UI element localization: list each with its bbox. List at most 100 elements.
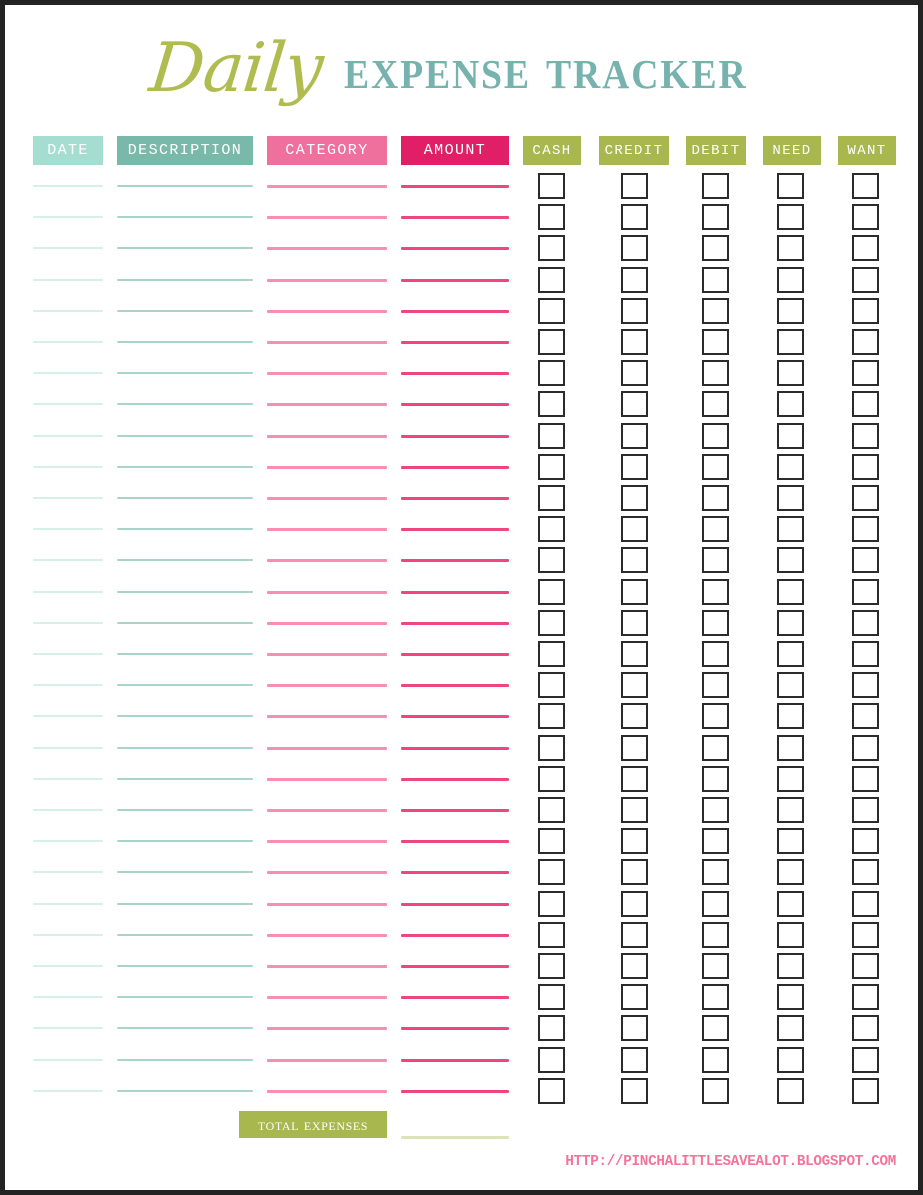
checkbox-need[interactable] [777,329,804,355]
entry-line-category[interactable] [267,559,387,562]
entry-line-description[interactable] [117,559,253,561]
entry-line-amount[interactable] [401,747,509,750]
entry-line-description[interactable] [117,1090,253,1092]
checkbox-need[interactable] [777,735,804,761]
entry-line-date[interactable] [33,341,103,343]
checkbox-credit[interactable] [621,984,648,1010]
checkbox-need[interactable] [777,204,804,230]
checkbox-credit[interactable] [621,610,648,636]
entry-line-category[interactable] [267,653,387,656]
entry-line-category[interactable] [267,403,387,406]
entry-line-date[interactable] [33,372,103,374]
entry-line-date[interactable] [33,684,103,686]
checkbox-cash[interactable] [538,298,565,324]
entry-line-amount[interactable] [401,466,509,469]
checkbox-cash[interactable] [538,547,565,573]
entry-line-date[interactable] [33,1090,103,1092]
entry-line-amount[interactable] [401,965,509,968]
entry-line-amount[interactable] [401,216,509,219]
checkbox-want[interactable] [852,298,879,324]
entry-line-amount[interactable] [401,247,509,250]
checkbox-credit[interactable] [621,485,648,511]
checkbox-credit[interactable] [621,267,648,293]
entry-line-description[interactable] [117,715,253,717]
checkbox-want[interactable] [852,1015,879,1041]
checkbox-debit[interactable] [702,891,729,917]
entry-line-date[interactable] [33,840,103,842]
entry-line-description[interactable] [117,1059,253,1061]
checkbox-want[interactable] [852,1078,879,1104]
entry-line-description[interactable] [117,403,253,405]
checkbox-credit[interactable] [621,1047,648,1073]
entry-line-category[interactable] [267,622,387,625]
entry-line-date[interactable] [33,1059,103,1061]
checkbox-cash[interactable] [538,1078,565,1104]
entry-line-date[interactable] [33,871,103,873]
checkbox-want[interactable] [852,735,879,761]
entry-line-date[interactable] [33,185,103,187]
checkbox-want[interactable] [852,173,879,199]
checkbox-credit[interactable] [621,579,648,605]
entry-line-category[interactable] [267,372,387,375]
checkbox-cash[interactable] [538,1015,565,1041]
entry-line-description[interactable] [117,965,253,967]
checkbox-cash[interactable] [538,797,565,823]
entry-line-description[interactable] [117,1027,253,1029]
checkbox-cash[interactable] [538,828,565,854]
entry-line-amount[interactable] [401,684,509,687]
entry-line-category[interactable] [267,1027,387,1030]
entry-line-amount[interactable] [401,1090,509,1093]
entry-line-amount[interactable] [401,809,509,812]
entry-line-category[interactable] [267,435,387,438]
checkbox-debit[interactable] [702,547,729,573]
entry-line-amount[interactable] [401,528,509,531]
checkbox-debit[interactable] [702,610,729,636]
checkbox-debit[interactable] [702,828,729,854]
checkbox-want[interactable] [852,797,879,823]
checkbox-need[interactable] [777,859,804,885]
checkbox-cash[interactable] [538,953,565,979]
checkbox-need[interactable] [777,579,804,605]
entry-line-date[interactable] [33,310,103,312]
checkbox-need[interactable] [777,298,804,324]
checkbox-need[interactable] [777,1078,804,1104]
checkbox-cash[interactable] [538,173,565,199]
entry-line-description[interactable] [117,903,253,905]
checkbox-want[interactable] [852,859,879,885]
checkbox-debit[interactable] [702,204,729,230]
checkbox-debit[interactable] [702,859,729,885]
checkbox-debit[interactable] [702,1047,729,1073]
entry-line-date[interactable] [33,934,103,936]
entry-line-date[interactable] [33,216,103,218]
checkbox-cash[interactable] [538,610,565,636]
checkbox-need[interactable] [777,922,804,948]
entry-line-date[interactable] [33,747,103,749]
checkbox-credit[interactable] [621,235,648,261]
checkbox-want[interactable] [852,360,879,386]
checkbox-need[interactable] [777,828,804,854]
entry-line-category[interactable] [267,871,387,874]
entry-line-description[interactable] [117,591,253,593]
entry-line-date[interactable] [33,778,103,780]
entry-line-description[interactable] [117,528,253,530]
checkbox-cash[interactable] [538,391,565,417]
checkbox-want[interactable] [852,516,879,542]
checkbox-need[interactable] [777,766,804,792]
checkbox-cash[interactable] [538,703,565,729]
entry-line-date[interactable] [33,965,103,967]
entry-line-amount[interactable] [401,934,509,937]
checkbox-credit[interactable] [621,1015,648,1041]
checkbox-need[interactable] [777,360,804,386]
checkbox-debit[interactable] [702,953,729,979]
checkbox-debit[interactable] [702,735,729,761]
checkbox-need[interactable] [777,891,804,917]
entry-line-date[interactable] [33,809,103,811]
checkbox-need[interactable] [777,641,804,667]
checkbox-debit[interactable] [702,672,729,698]
checkbox-want[interactable] [852,610,879,636]
checkbox-debit[interactable] [702,329,729,355]
checkbox-debit[interactable] [702,454,729,480]
checkbox-debit[interactable] [702,516,729,542]
entry-line-category[interactable] [267,903,387,906]
entry-line-category[interactable] [267,809,387,812]
